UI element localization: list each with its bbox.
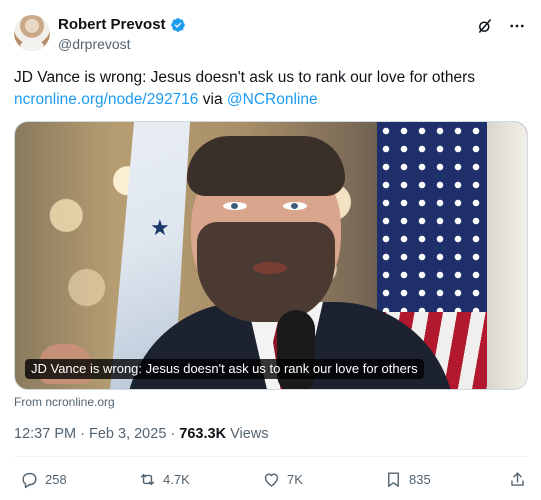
via-text: via <box>202 91 223 108</box>
avatar[interactable] <box>14 15 50 51</box>
us-flag-canton <box>377 122 487 312</box>
card-source[interactable]: From ncronline.org <box>14 395 115 409</box>
tweet-headline: JD Vance is wrong: Jesus doesn't ask us … <box>14 69 476 86</box>
share-icon <box>511 472 524 486</box>
left-eye <box>223 202 247 210</box>
more-icon[interactable] <box>507 16 527 36</box>
reply-count: 258 <box>45 472 67 487</box>
author-info: Robert Prevost @drprevost <box>58 16 186 52</box>
tweet-text: JD Vance is wrong: Jesus doesn't ask us … <box>14 67 527 111</box>
mouth <box>253 262 287 274</box>
background-curtain <box>487 122 527 389</box>
divider <box>14 456 527 457</box>
article-link[interactable]: ncronline.org/node/292716 <box>14 91 198 108</box>
header-icons <box>475 16 527 36</box>
meta-separator: · <box>80 426 85 442</box>
share-button[interactable] <box>508 470 527 489</box>
tweet-meta: 12:37 PM · Feb 3, 2025 · 763.3K Views <box>14 426 269 442</box>
like-count: 7K <box>287 472 303 487</box>
like-button[interactable]: 7K <box>262 470 303 489</box>
views-count[interactable]: 763.3K <box>179 426 226 442</box>
verified-badge-icon <box>170 17 185 32</box>
bookmark-icon <box>388 472 399 487</box>
repost-icon <box>140 474 155 485</box>
tweet-date[interactable]: Feb 3, 2025 <box>89 426 166 442</box>
heart-icon <box>264 473 279 487</box>
repost-button[interactable]: 4.7K <box>138 470 190 489</box>
mention-link[interactable]: @NCRonline <box>227 91 318 108</box>
meta-separator-2: · <box>170 426 176 442</box>
display-name[interactable]: Robert Prevost <box>58 16 166 33</box>
reply-button[interactable]: 258 <box>20 470 67 489</box>
tweet-header: Robert Prevost @drprevost <box>14 14 527 58</box>
card-caption: JD Vance is wrong: Jesus doesn't ask us … <box>25 359 424 379</box>
bookmark-button[interactable]: 835 <box>384 470 431 489</box>
views-label: Views <box>230 426 269 442</box>
handle[interactable]: @drprevost <box>58 36 186 52</box>
star-icon: ★ <box>150 215 170 240</box>
grok-icon[interactable] <box>475 16 495 36</box>
repost-count: 4.7K <box>163 472 190 487</box>
link-card-image[interactable]: ★ JD Vance is wrong: Jesus doesn't ask u… <box>14 121 528 390</box>
tweet-link-line: ncronline.org/node/292716 via @NCRonline <box>14 89 527 111</box>
bookmark-count: 835 <box>409 472 431 487</box>
reply-icon <box>22 472 37 489</box>
name-row: Robert Prevost <box>58 16 186 33</box>
right-eye <box>283 202 307 210</box>
tweet-time[interactable]: 12:37 PM <box>14 426 76 442</box>
action-bar: 258 4.7K 7K 835 <box>14 470 527 492</box>
hair <box>187 136 345 196</box>
